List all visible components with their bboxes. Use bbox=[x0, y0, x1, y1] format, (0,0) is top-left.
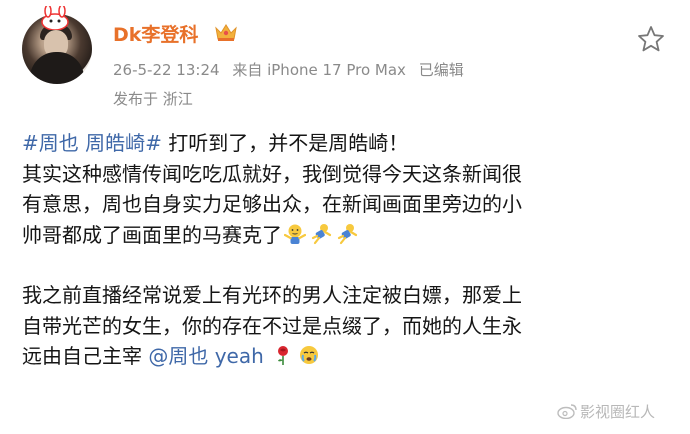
content-line: #周也 周皓崎# 打听到了，并不是周皓崎！ bbox=[22, 128, 672, 159]
edited-label[interactable]: 已编辑 bbox=[419, 61, 464, 79]
content-line: 帅哥都成了画面里的马赛克了 bbox=[22, 220, 672, 251]
avatar[interactable] bbox=[22, 6, 92, 84]
post-content: #周也 周皓崎# 打听到了，并不是周皓崎！ 其实这种感情传闻吃吃瓜就好，我倒觉得… bbox=[22, 128, 672, 372]
avatar-body bbox=[30, 52, 84, 84]
post-source[interactable]: 来自 iPhone 17 Pro Max bbox=[232, 61, 406, 79]
topic-link[interactable]: #周也 周皓崎# bbox=[22, 131, 162, 155]
jumping-figure-emoji-icon bbox=[311, 223, 332, 244]
post-location: 发布于 浙江 bbox=[113, 90, 193, 108]
post-meta: 26-5-22 13:24 来自 iPhone 17 Pro Max 已编辑 bbox=[113, 59, 472, 80]
timestamp: 26-5-22 13:24 bbox=[113, 61, 220, 79]
rabbit-badge-icon bbox=[41, 6, 69, 30]
star-icon[interactable] bbox=[636, 24, 666, 54]
content-line: 我之前直播经常说爱上有光环的男人注定被白嫖，那爱上 bbox=[22, 283, 522, 307]
watermark-text: 影视圈红人 bbox=[580, 403, 656, 421]
content-text: yeah bbox=[208, 344, 264, 368]
watermark: 影视圈红人 bbox=[556, 401, 655, 422]
content-line: 其实这种感情传闻吃吃瓜就好，我倒觉得今天这条新闻很 bbox=[22, 161, 522, 186]
jumping-figure-emoji-icon bbox=[337, 223, 358, 244]
username[interactable]: Dk李登科 bbox=[113, 20, 198, 47]
content-line: 远由自己主宰 @周也 yeah bbox=[22, 341, 672, 372]
content-text: 打听到了，并不是周皓崎！ bbox=[161, 131, 409, 155]
teary-face-emoji-icon bbox=[300, 346, 319, 364]
content-text: 远由自己主宰 bbox=[22, 344, 149, 368]
content-text: 帅哥都成了画面里的马赛克了 bbox=[22, 222, 282, 247]
content-line: 有意思，周也自身实力足够出众，在新闻画面里旁边的小 bbox=[22, 192, 522, 216]
shrug-emoji-icon bbox=[284, 224, 306, 244]
weibo-logo-icon bbox=[557, 404, 577, 419]
rose-emoji-icon bbox=[278, 346, 289, 365]
mention-link[interactable]: @周也 bbox=[148, 344, 208, 368]
crown-icon bbox=[215, 24, 237, 41]
content-line: 自带光芒的女生，你的存在不过是点缀了，而她的人生永 bbox=[22, 313, 522, 338]
